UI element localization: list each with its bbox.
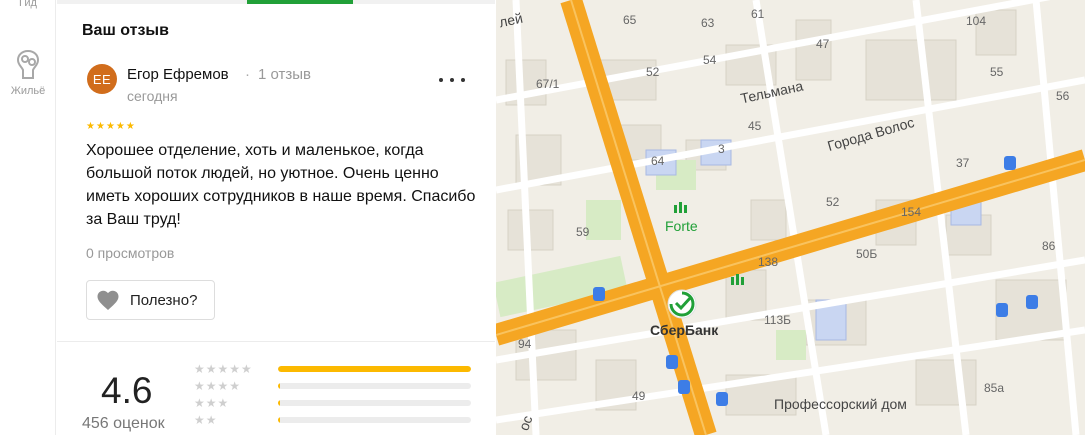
house-number-label: 56 [1056,89,1070,103]
rating-bar-track [278,366,471,372]
house-number-label: 63 [701,16,715,30]
house-number-label: 54 [703,53,717,67]
more-dot-icon [461,78,465,82]
house-number-label: 52 [646,65,660,79]
house-number-label: 45 [748,119,762,133]
author-review-count: 1 отзыв [258,66,312,83]
rating-bar-fill [278,417,280,423]
house-number-label: 65 [623,13,637,27]
map-canvas[interactable]: 65 63 61 52 54 67/1 47 45 64 3 59 37 154 52 50Б 86 138 94… [496,0,1085,435]
rating-count[interactable]: 456 оценок [82,415,165,433]
author-separator: · [245,66,250,83]
review-text: Хорошее отделение, хоть и маленькое, ког… [86,142,476,228]
house-number-label: 61 [751,7,765,21]
house-number-label: 59 [576,225,590,239]
house-number-label: 113Б [764,313,791,327]
review-date: сегодня [127,88,178,104]
rating-bar-track [278,383,471,389]
star-icon: ★ [95,121,105,132]
heart-icon [97,290,119,310]
house-number-label: 50Б [856,247,877,261]
house-number-label: 52 [826,195,840,209]
star-icon: ★ [125,121,135,132]
house-number-label: 47 [816,37,830,51]
star-icon: ★★★★ [194,379,242,393]
rail-item-housing[interactable]: Жильё [0,48,56,97]
reviews-panel: Ваш отзыв ЕЕ Егор Ефремов · 1 отзыв сего… [57,0,495,435]
house-number-label: 64 [651,154,665,168]
useful-button[interactable]: Полезно? [86,280,215,320]
star-icon: ★ [105,121,115,132]
house-number-label: 3 [718,142,725,156]
more-dot-icon [450,78,454,82]
rating-bar-track [278,417,471,423]
star-icon: ★ [115,121,125,132]
rating-bar-fill [278,366,471,372]
house-number-label: 86 [1042,239,1056,253]
views-count: 0 просмотров [86,245,175,261]
left-rail: Гид Жильё [0,0,56,435]
useful-button-label: Полезно? [130,291,198,309]
avatar[interactable]: ЕЕ [87,64,117,94]
star-icon: ★★ [194,413,218,427]
active-tab-indicator [247,0,353,4]
rail-item-housing-label: Жильё [10,85,46,97]
house-number-label: 85а [984,381,1004,395]
divider [57,341,495,342]
rail-item-guide[interactable]: Гид [0,0,56,9]
rating-bar-fill [278,383,280,389]
house-number-label: 67/1 [536,77,560,91]
house-number-label: 37 [956,156,970,170]
house-number-label: 49 [632,389,646,403]
rail-item-guide-label: Гид [19,0,37,9]
rating-value: 4.6 [101,370,153,411]
author-name[interactable]: Егор Ефремов [127,66,229,83]
poi-label-forte[interactable]: Forte [665,218,698,234]
star-icon: ★ [86,121,95,132]
more-dot-icon [439,78,443,82]
house-icon [16,49,40,79]
rating-bar-track [278,400,471,406]
review-star-rating: ★ ★ ★ ★ ★ [86,122,135,132]
house-number-label: 104 [966,14,986,28]
house-number-label: 154 [901,205,921,219]
poi-label-professorsky[interactable]: Профессорский дом [774,396,907,412]
more-options-button[interactable] [439,70,465,90]
house-number-label: 55 [990,65,1004,79]
star-icon: ★★★ [194,396,230,410]
map[interactable]: 65 63 61 52 54 67/1 47 45 64 3 59 37 154 52 50Б 86 138 94… [496,0,1085,435]
house-number-label: 138 [758,255,778,269]
house-number-label: 94 [518,337,532,351]
star-icon: ★★★★★ [194,362,253,376]
rating-bar-fill [278,400,280,406]
section-title: Ваш отзыв [82,22,169,39]
poi-label-sberbank[interactable]: СберБанк [650,322,718,338]
